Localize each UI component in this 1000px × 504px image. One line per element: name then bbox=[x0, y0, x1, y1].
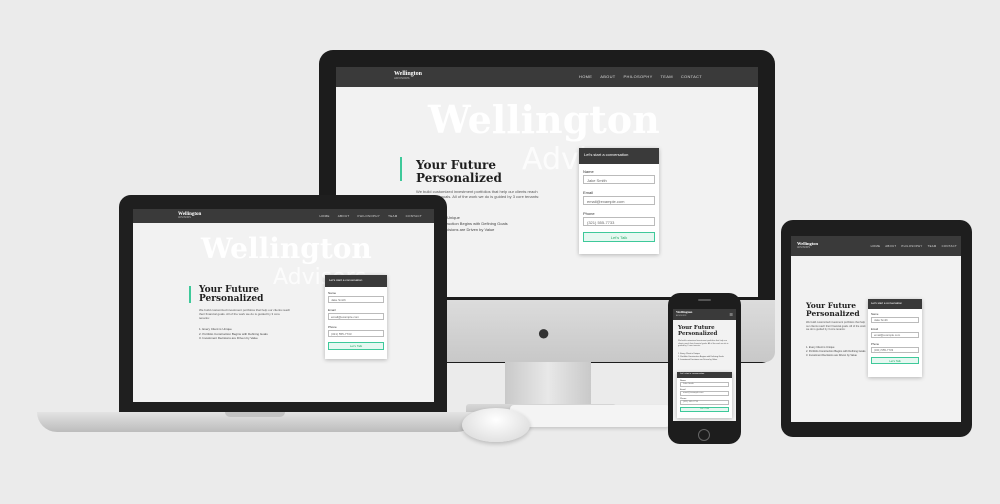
form-title: Let's start a conversation bbox=[868, 299, 922, 309]
nav-home[interactable]: HOME bbox=[320, 214, 330, 218]
phone-input[interactable]: (321) 555-7733 bbox=[680, 400, 729, 405]
name-label: Name bbox=[583, 169, 594, 174]
phone-label: Phone bbox=[871, 342, 880, 346]
apple-logo-icon: ● bbox=[537, 320, 551, 345]
top-nav: Wellington ADVISORS ☰ bbox=[673, 309, 736, 320]
tenet-item: 3. Investment Decisions are Driven by Va… bbox=[678, 359, 718, 361]
name-label: Name bbox=[328, 291, 337, 295]
menu-icon[interactable]: ☰ bbox=[729, 312, 733, 317]
hero-line-1: Your Future bbox=[416, 158, 497, 172]
top-nav: Wellington ADVISORS HOME ABOUT PHILOSOPH… bbox=[791, 236, 961, 256]
hero-description: We build customized investment portfolio… bbox=[199, 308, 291, 321]
lets-talk-button[interactable]: Let's Talk bbox=[583, 232, 655, 242]
phone-label: Phone bbox=[583, 211, 595, 216]
nav-menu: HOME ABOUT PHILOSOPHY TEAM CONTACT bbox=[871, 244, 957, 248]
contact-form: Let's start a conversation Name Jake Smi… bbox=[579, 148, 659, 254]
nav-about[interactable]: ABOUT bbox=[885, 244, 896, 248]
contact-form: Let's start a conversation Name Jake Smi… bbox=[868, 299, 922, 377]
tenets-list: 1. Every Client is Unique 2. Portfolio C… bbox=[806, 346, 866, 358]
phone-input[interactable]: (321) 555-7733 bbox=[328, 330, 384, 337]
nav-about[interactable]: ABOUT bbox=[600, 74, 615, 79]
watermark-title: Wellington bbox=[428, 97, 660, 142]
top-nav: Wellington ADVISORS HOME ABOUT PHILOSOPH… bbox=[133, 209, 434, 223]
email-label: Email bbox=[583, 190, 594, 195]
brand-sub: ADVISORS bbox=[178, 216, 191, 219]
hero-heading: Your Future Personalized bbox=[678, 325, 718, 338]
phone-input[interactable]: (321) 555-7733 bbox=[871, 347, 919, 353]
nav-contact[interactable]: CONTACT bbox=[406, 214, 422, 218]
brand-logo[interactable]: Wellington ADVISORS bbox=[178, 212, 201, 220]
tenet-item: 3. Investment Decisions are Driven by Va… bbox=[199, 336, 258, 340]
hero-description: We build customized investment portfolio… bbox=[806, 321, 866, 331]
nav-team[interactable]: TEAM bbox=[388, 214, 398, 218]
nav-team[interactable]: TEAM bbox=[661, 74, 673, 79]
macbook-notch bbox=[225, 412, 285, 417]
nav-philosophy[interactable]: PHILOSOPHY bbox=[624, 74, 653, 79]
tenet-item: 3. Investment Decisions are Driven by Va… bbox=[806, 353, 857, 357]
hero-heading: Your Future Personalized bbox=[806, 302, 860, 318]
brand-sub: ADVISORS bbox=[797, 245, 810, 249]
brand-sub: ADVISORS bbox=[394, 76, 410, 80]
brand-name: Wellington bbox=[676, 310, 693, 314]
email-input[interactable]: email@example.com bbox=[328, 313, 384, 320]
form-title: Let's start a conversation bbox=[579, 148, 659, 164]
tenets-list: 1. Every Client is Unique 2. Portfolio C… bbox=[199, 327, 268, 341]
email-label: Email bbox=[328, 308, 336, 312]
imac-stand bbox=[505, 362, 591, 410]
nav-contact[interactable]: CONTACT bbox=[942, 244, 957, 248]
phone-input[interactable]: (321) 555-7733 bbox=[583, 217, 655, 226]
nav-menu: HOME ABOUT PHILOSOPHY TEAM CONTACT bbox=[579, 74, 702, 79]
phone-screen: Wellington ADVISORS ☰ Your Future Person… bbox=[673, 309, 736, 421]
macbook-screen: Wellington ADVISORS HOME ABOUT PHILOSOPH… bbox=[133, 209, 434, 402]
email-input[interactable]: email@example.com bbox=[680, 391, 729, 396]
keyboard bbox=[510, 405, 670, 427]
contact-form: Let's start a conversation Name Jake Smi… bbox=[325, 275, 387, 359]
form-title: Let's start a conversation bbox=[325, 275, 387, 287]
nav-philosophy[interactable]: PHILOSOPHY bbox=[358, 214, 381, 218]
nav-menu: HOME ABOUT PHILOSOPHY TEAM CONTACT bbox=[320, 214, 423, 218]
hero-heading: Your Future Personalized bbox=[199, 285, 264, 305]
lets-talk-button[interactable]: Let's Talk bbox=[328, 342, 384, 350]
top-nav: Wellington ADVISORS HOME ABOUT PHILOSOPH… bbox=[336, 67, 758, 87]
lets-talk-button[interactable]: Let's Talk bbox=[680, 407, 729, 412]
contact-form: Let's start a conversation Name Jake Smi… bbox=[677, 372, 732, 418]
accent-bar bbox=[189, 286, 191, 303]
phone-label: Phone bbox=[328, 325, 337, 329]
brand-logo[interactable]: Wellington ADVISORS bbox=[394, 71, 422, 80]
brand-sub: ADVISORS bbox=[676, 314, 687, 317]
mouse bbox=[462, 408, 530, 442]
brand-logo[interactable]: Wellington ADVISORS bbox=[676, 310, 693, 317]
phone-speaker bbox=[698, 299, 711, 301]
hero-line-2: Personalized bbox=[678, 330, 718, 337]
hero-description: We build customized investment portfolio… bbox=[678, 340, 729, 348]
accent-bar bbox=[400, 157, 402, 181]
name-input[interactable]: Jake Smith bbox=[680, 382, 729, 387]
hero-line-2: Personalized bbox=[199, 294, 264, 305]
nav-about[interactable]: ABOUT bbox=[338, 214, 350, 218]
nav-team[interactable]: TEAM bbox=[928, 244, 937, 248]
email-input[interactable]: email@example.com bbox=[583, 196, 655, 205]
lets-talk-button[interactable]: Let's Talk bbox=[871, 357, 919, 364]
hero-heading: Your Future Personalized bbox=[416, 159, 502, 184]
watermark-title: Wellington bbox=[201, 232, 372, 265]
brand-logo[interactable]: Wellington ADVISORS bbox=[797, 241, 818, 249]
nav-philosophy[interactable]: PHILOSOPHY bbox=[901, 244, 922, 248]
name-input[interactable]: Jake Smith bbox=[871, 317, 919, 323]
hero-line-2: Personalized bbox=[806, 308, 860, 318]
nav-home[interactable]: HOME bbox=[871, 244, 881, 248]
nav-home[interactable]: HOME bbox=[579, 74, 592, 79]
email-input[interactable]: email@example.com bbox=[871, 332, 919, 338]
nav-contact[interactable]: CONTACT bbox=[681, 74, 702, 79]
home-button-icon[interactable] bbox=[698, 429, 710, 441]
name-input[interactable]: Jake Smith bbox=[328, 296, 384, 303]
email-label: Email bbox=[871, 327, 878, 331]
tenets-list: 1. Every Client is Unique 2. Portfolio C… bbox=[678, 353, 724, 362]
name-label: Name bbox=[871, 312, 879, 316]
tablet-screen: Wellington ADVISORS HOME ABOUT PHILOSOPH… bbox=[791, 236, 961, 422]
name-input[interactable]: Jake Smith bbox=[583, 175, 655, 184]
hero-line-2: Personalized bbox=[416, 170, 502, 185]
